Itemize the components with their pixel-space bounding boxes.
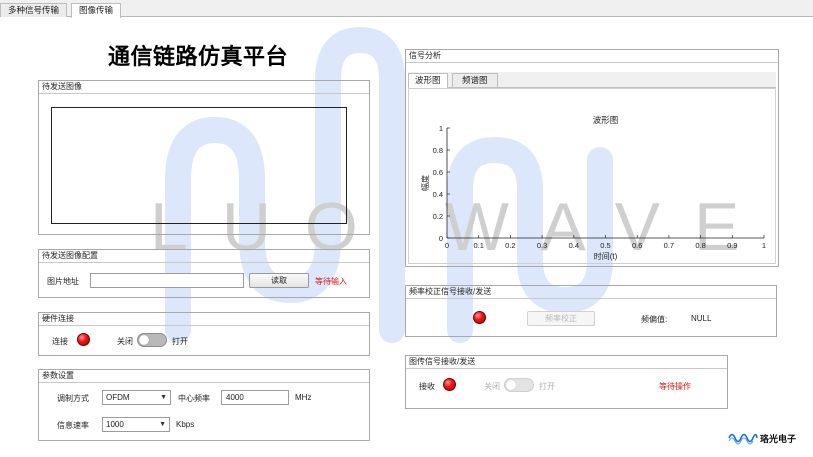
- rx-toggle[interactable]: [504, 378, 534, 392]
- toggle-knob: [139, 335, 149, 345]
- y-tick-label: 1: [439, 124, 443, 133]
- chevron-down-icon: ▼: [160, 394, 167, 401]
- x-tick-label: 0.4: [569, 241, 579, 250]
- rx-status: 等待操作: [659, 382, 691, 391]
- x-axis-label: 时间(t): [594, 251, 618, 261]
- rx-label: 接收: [419, 382, 435, 391]
- rx-on-label: 打开: [539, 382, 555, 391]
- x-tick-label: 0.5: [600, 241, 610, 250]
- freq-panel-title: 频率校正信号接收/发送: [406, 286, 776, 299]
- freq-panel: 频率校正信号接收/发送 频率校正 频偏值: NULL: [405, 285, 777, 337]
- freq-led: [473, 311, 486, 324]
- config-panel: 待发送图像配置 图片地址 读取 等待输入: [38, 249, 370, 298]
- toggle-knob: [506, 380, 516, 390]
- freq-correct-button[interactable]: 频率校正: [527, 311, 595, 326]
- image-panel: 待发送图像: [38, 80, 370, 235]
- y-tick-label: 0: [439, 234, 443, 243]
- x-tick-label: 0.6: [632, 241, 642, 250]
- x-tick-label: 0: [445, 241, 449, 250]
- wave-logo-icon: [728, 433, 758, 445]
- rate-value: 1000: [106, 420, 124, 429]
- tab-waveform[interactable]: 波形图: [408, 73, 448, 88]
- read-button[interactable]: 读取: [249, 273, 309, 288]
- offset-label: 频偏值:: [641, 315, 668, 324]
- rx-off-label: 关闭: [484, 382, 500, 391]
- x-tick-label: 0.2: [505, 241, 515, 250]
- signal-panel-title: 信号分析: [406, 50, 778, 63]
- modulation-select[interactable]: OFDM ▼: [102, 390, 171, 405]
- company-logo: 珞光电子: [728, 429, 808, 447]
- chevron-down-icon: ▼: [159, 421, 166, 428]
- rate-select[interactable]: 1000 ▼: [102, 417, 170, 432]
- modulation-label: 调制方式: [57, 394, 89, 403]
- imgrx-panel-title: 图传信号接收/发送: [406, 356, 727, 369]
- center-freq-label: 中心频率: [178, 394, 210, 403]
- switch-on-label: 打开: [172, 337, 188, 346]
- x-tick-label: 0.7: [664, 241, 674, 250]
- modulation-value: OFDM: [106, 393, 130, 402]
- hardware-toggle[interactable]: [137, 333, 167, 347]
- switch-off-label: 关闭: [117, 337, 133, 346]
- tab-spectrum[interactable]: 频谱图: [452, 73, 498, 87]
- image-panel-title: 待发送图像: [39, 81, 369, 94]
- offset-value: NULL: [691, 314, 712, 323]
- waveform-chart: 波形图 0 0.1 0.2 0.3 0.4 0.5 0.6 0.7 0.8 0.9 1 0 0.2 0.4 0…: [420, 115, 766, 261]
- rx-led: [443, 378, 456, 391]
- rate-unit: Kbps: [176, 420, 195, 429]
- signal-panel: 信号分析 波形图 频谱图 波形图 0 0.1 0.2 0.3 0.4 0.5 0.6 0.7 0.…: [405, 49, 779, 267]
- center-freq-input[interactable]: 4000: [221, 390, 289, 405]
- x-tick-label: 0.1: [473, 241, 483, 250]
- hardware-panel-title: 硬件连接: [39, 313, 369, 326]
- params-panel-title: 参数设置: [39, 370, 369, 383]
- config-status: 等待输入: [315, 277, 347, 286]
- chart-title: 波形图: [593, 115, 619, 125]
- imgrx-panel: 图传信号接收/发送 接收 关闭 打开 等待操作: [405, 355, 728, 409]
- logo-text: 珞光电子: [760, 434, 797, 444]
- main-tabbar: 多种信号传输 图像传输: [0, 0, 813, 18]
- x-tick-label: 1: [762, 241, 766, 250]
- rate-label: 信息速率: [57, 421, 89, 430]
- x-tick-label: 0.3: [537, 241, 547, 250]
- x-tick-label: 0.9: [727, 241, 737, 250]
- connect-led: [77, 333, 90, 346]
- config-panel-title: 待发送图像配置: [39, 250, 369, 263]
- params-panel: 参数设置 调制方式 OFDM ▼ 中心频率 4000 MHz 信息速率 1000 ▼…: [38, 369, 370, 441]
- image-preview: [51, 107, 347, 224]
- connect-label: 连接: [52, 337, 68, 346]
- y-tick-label: 0.6: [433, 168, 443, 177]
- tab-image-transfer[interactable]: 图像传输: [71, 3, 122, 18]
- y-tick-label: 0.4: [433, 190, 443, 199]
- image-path-input[interactable]: [90, 273, 244, 288]
- y-axis-label: 幅度: [420, 175, 430, 191]
- tab-multi-signal[interactable]: 多种信号传输: [0, 3, 68, 17]
- path-label: 图片地址: [47, 277, 79, 286]
- hardware-panel: 硬件连接 连接 关闭 打开: [38, 312, 370, 356]
- x-tick-label: 0.8: [695, 241, 705, 250]
- center-freq-unit: MHz: [295, 393, 312, 402]
- app-title: 通信链路仿真平台: [108, 45, 289, 70]
- y-tick-label: 0.8: [433, 146, 443, 155]
- y-tick-label: 0.2: [433, 212, 443, 221]
- signal-tabbar: 波形图 频谱图: [408, 72, 776, 88]
